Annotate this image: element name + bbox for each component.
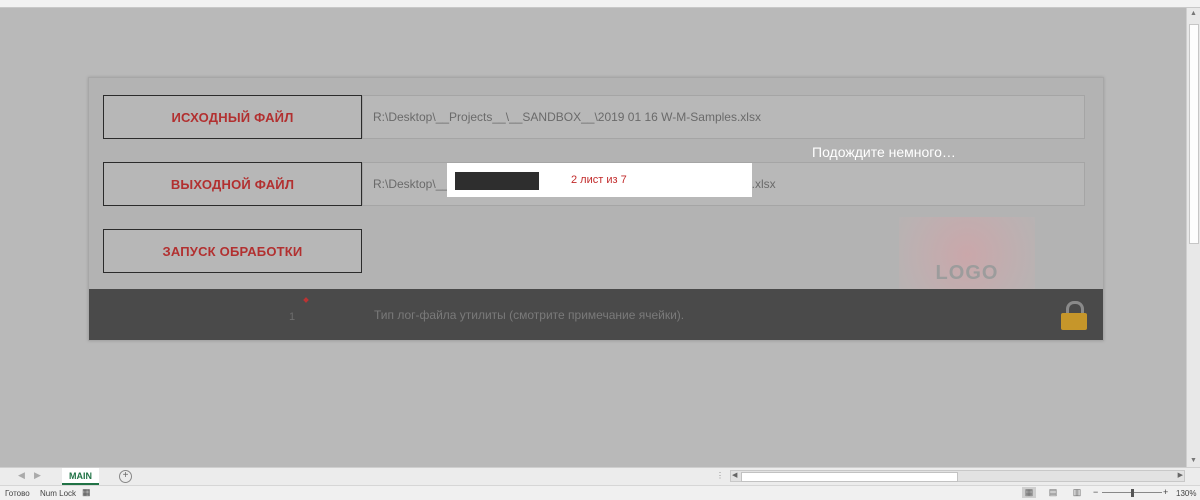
scroll-up-icon[interactable]: ▲: [1187, 8, 1200, 20]
page-layout-icon[interactable]: ▤: [1046, 487, 1060, 498]
progress-dialog: 2 лист из 7: [447, 163, 752, 197]
vertical-scroll-thumb[interactable]: [1189, 24, 1199, 244]
macro-record-icon[interactable]: ▦: [82, 487, 91, 498]
log-type-value[interactable]: 1: [289, 311, 295, 323]
status-numlock: Num Lock: [40, 489, 77, 498]
tab-next-icon[interactable]: ▶: [34, 470, 41, 481]
tab-prev-icon[interactable]: ◀: [18, 470, 25, 481]
output-file-button[interactable]: ВЫХОДНОЙ ФАЙЛ: [103, 162, 362, 206]
scroll-left-icon[interactable]: ◀: [732, 471, 737, 481]
utility-panel: ИСХОДНЫЙ ФАЙЛ R:\Desktop\__Projects__\__…: [88, 77, 1104, 341]
output-path-start: R:\Desktop\__F: [373, 177, 457, 191]
comment-indicator-icon: [303, 297, 309, 303]
page-break-icon[interactable]: ▥: [1070, 487, 1084, 498]
tab-main[interactable]: MAIN: [62, 468, 99, 485]
sheet-tab-bar: ◀ ▶ MAIN + ⋮ ◀ ▶: [0, 467, 1200, 486]
horizontal-scroll-thumb[interactable]: [741, 472, 958, 482]
progress-bar: [455, 172, 539, 190]
progress-label: 2 лист из 7: [571, 174, 627, 186]
wait-message: Подождите немного…: [812, 144, 956, 160]
status-ready: Готово: [5, 489, 30, 498]
scroll-right-icon[interactable]: ▶: [1178, 471, 1183, 481]
run-processing-button[interactable]: ЗАПУСК ОБРАБОТКИ: [103, 229, 362, 273]
zoom-out-button[interactable]: −: [1093, 487, 1098, 497]
zoom-in-button[interactable]: +: [1163, 487, 1168, 497]
scroll-down-icon[interactable]: ▼: [1187, 455, 1200, 467]
output-path-end: i.xlsx: [749, 177, 776, 191]
zoom-slider-knob[interactable]: [1131, 489, 1134, 497]
panel-footer: 1 Тип лог-файла утилиты (смотрите примеч…: [89, 289, 1103, 340]
add-sheet-icon[interactable]: +: [119, 470, 132, 483]
source-path-field: R:\Desktop\__Projects__\__SANDBOX__\2019…: [362, 95, 1085, 139]
zoom-level[interactable]: 130%: [1176, 489, 1196, 498]
vertical-scrollbar[interactable]: ▲ ▼: [1186, 8, 1200, 467]
tab-split-handle[interactable]: ⋮: [716, 471, 724, 480]
horizontal-scrollbar[interactable]: ◀ ▶: [730, 470, 1185, 482]
top-strip: [0, 0, 1200, 8]
log-type-description: Тип лог-файла утилиты (смотрите примечан…: [374, 308, 685, 322]
source-file-button[interactable]: ИСХОДНЫЙ ФАЙЛ: [103, 95, 362, 139]
normal-view-icon[interactable]: ▦: [1022, 487, 1036, 498]
logo-text: LOGO: [935, 262, 999, 284]
lock-icon: [1061, 301, 1087, 331]
status-bar: Готово Num Lock ▦ ▦ ▤ ▥ − + 130%: [0, 485, 1200, 500]
